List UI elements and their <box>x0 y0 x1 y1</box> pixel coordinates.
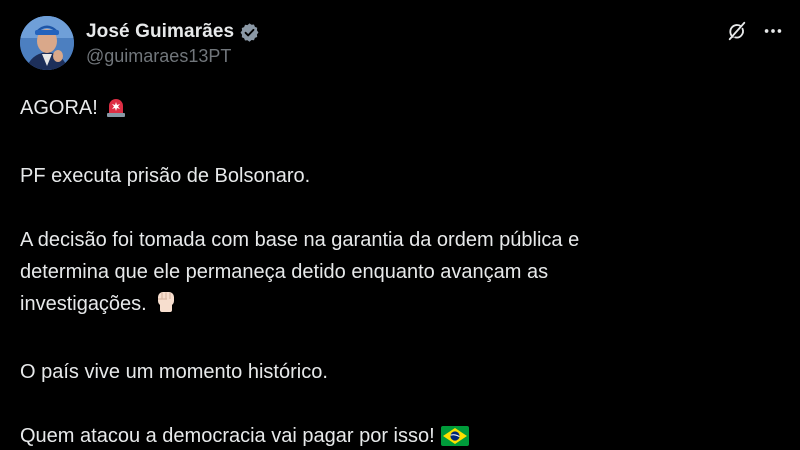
post-text-line: A decisão foi tomada com base na garanti… <box>20 229 580 251</box>
post-text-line: Quem atacou a democracia vai pagar por i… <box>20 425 435 447</box>
avatar[interactable] <box>20 16 74 70</box>
brazil-flag-emoji-icon <box>440 424 469 450</box>
post-text-line: PF executa prisão de Bolsonaro. <box>20 165 311 187</box>
author-names: José Guimarães @guimaraes13PT <box>86 20 260 67</box>
display-name[interactable]: José Guimarães <box>86 21 234 43</box>
post-paragraph: A decisão foi tomada com base na garanti… <box>20 224 780 324</box>
post-paragraph: O país vive um momento histórico. <box>20 356 780 388</box>
post-paragraph: Quem atacou a democracia vai pagar por i… <box>20 420 780 450</box>
grok-icon[interactable] <box>724 18 750 44</box>
post-text-line: AGORA! <box>20 97 98 119</box>
tweet-actions <box>714 18 786 44</box>
tweet-header: José Guimarães @guimaraes13PT <box>20 16 780 74</box>
raised-fist-emoji-icon <box>153 288 179 324</box>
post-paragraph: AGORA! <box>20 92 780 128</box>
verified-badge-icon[interactable] <box>239 22 260 43</box>
post-text-line: investigações. <box>20 293 147 315</box>
post-text-line: O país vive um momento histórico. <box>20 361 328 383</box>
post-text-line: determina que ele permaneça detido enqua… <box>20 261 549 283</box>
post-paragraph: PF executa prisão de Bolsonaro. <box>20 160 780 192</box>
handle[interactable]: @guimaraes13PT <box>86 46 260 67</box>
tweet-body: AGORA! PF executa prisão de Bolsonaro. A… <box>20 92 780 450</box>
rotating-light-emoji-icon <box>104 94 128 128</box>
more-icon[interactable] <box>760 18 786 44</box>
tweet: José Guimarães @guimaraes13PT AGORA! PF … <box>0 0 800 450</box>
